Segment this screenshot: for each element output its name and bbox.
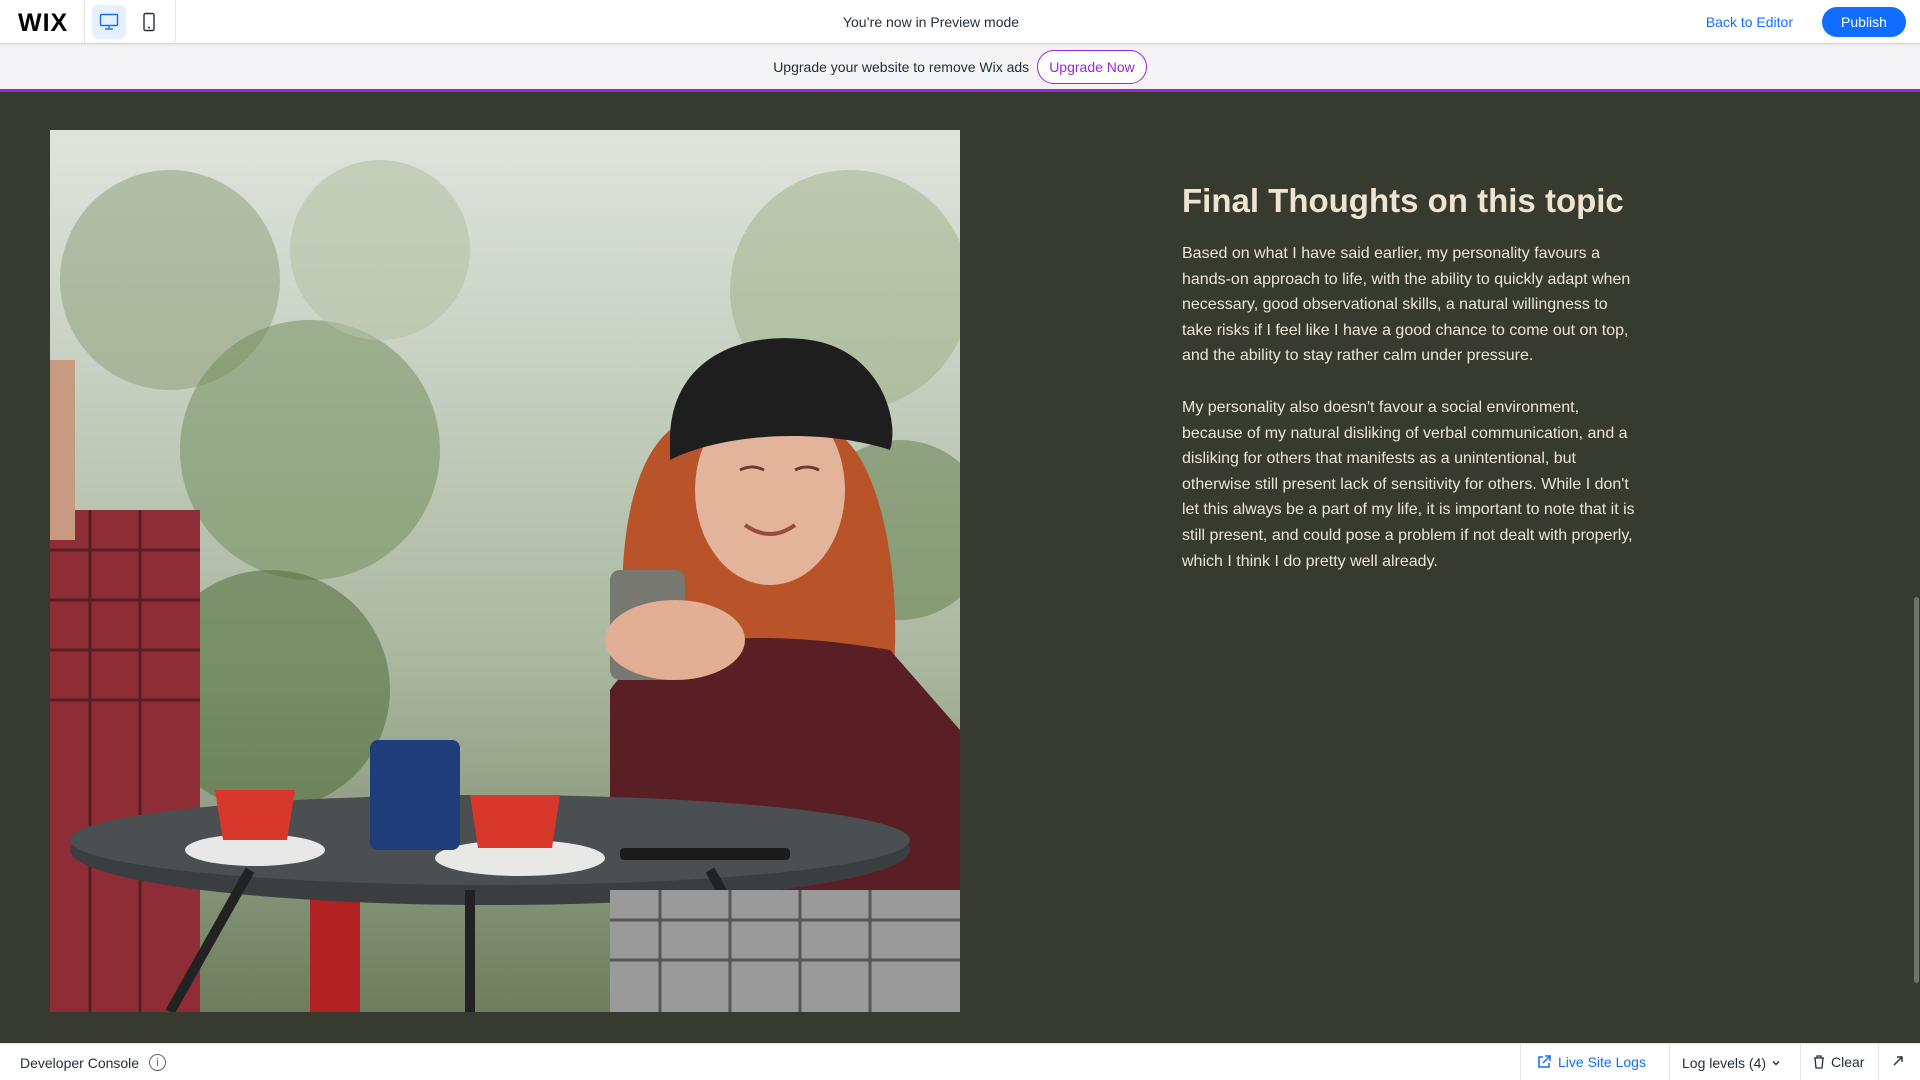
preview-mode-message: You’re now in Preview mode [842,14,1020,30]
chevron-down-icon [1772,1061,1780,1066]
publish-button[interactable]: Publish [1822,7,1906,37]
cafe-photo [50,130,960,1012]
upgrade-ad-banner: Upgrade your website to remove Wix ads U… [0,44,1920,92]
upgrade-now-button[interactable]: Upgrade Now [1037,49,1147,84]
log-levels-dropdown[interactable]: Log levels (4) [1682,1055,1781,1071]
paragraph-1: Based on what I have said earlier, my pe… [1182,245,1631,365]
external-link-icon [1538,1055,1551,1068]
expand-console-button[interactable] [1891,1054,1905,1071]
live-site-logs-label: Live Site Logs [1558,1054,1646,1070]
back-to-editor-link[interactable]: Back to Editor [1706,14,1793,30]
scrollbar-thumb[interactable] [1914,597,1919,983]
divider [1878,1044,1879,1080]
divider [1520,1044,1521,1080]
expand-icon [1893,1056,1903,1066]
developer-console-bar: Developer Console i Live Site Logs Log l… [0,1043,1920,1080]
section-heading: Final Thoughts on this topic [1182,182,1624,219]
info-icon[interactable]: i [149,1054,166,1071]
divider [1800,1044,1801,1080]
clear-button[interactable]: Clear [1812,1054,1864,1070]
divider [1669,1044,1670,1080]
log-levels-label: Log levels (4) [1682,1055,1767,1071]
clear-label: Clear [1831,1054,1865,1070]
preview-topbar: WIX You’re now in Preview mode Back to E… [0,0,1920,44]
live-site-logs-link[interactable]: Live Site Logs [1536,1054,1646,1070]
site-section: Final Thoughts on this topic Based on wh… [0,92,1920,1043]
paragraph-2: My personality also doesn't favour a soc… [1182,399,1635,570]
page-scrollbar[interactable] [1912,92,1920,1043]
developer-console-title: Developer Console [20,1055,140,1071]
ad-banner-message: Upgrade your website to remove Wix ads [773,58,1030,75]
trash-icon [1814,1055,1824,1069]
woman-with-coffee-image [50,130,960,1012]
